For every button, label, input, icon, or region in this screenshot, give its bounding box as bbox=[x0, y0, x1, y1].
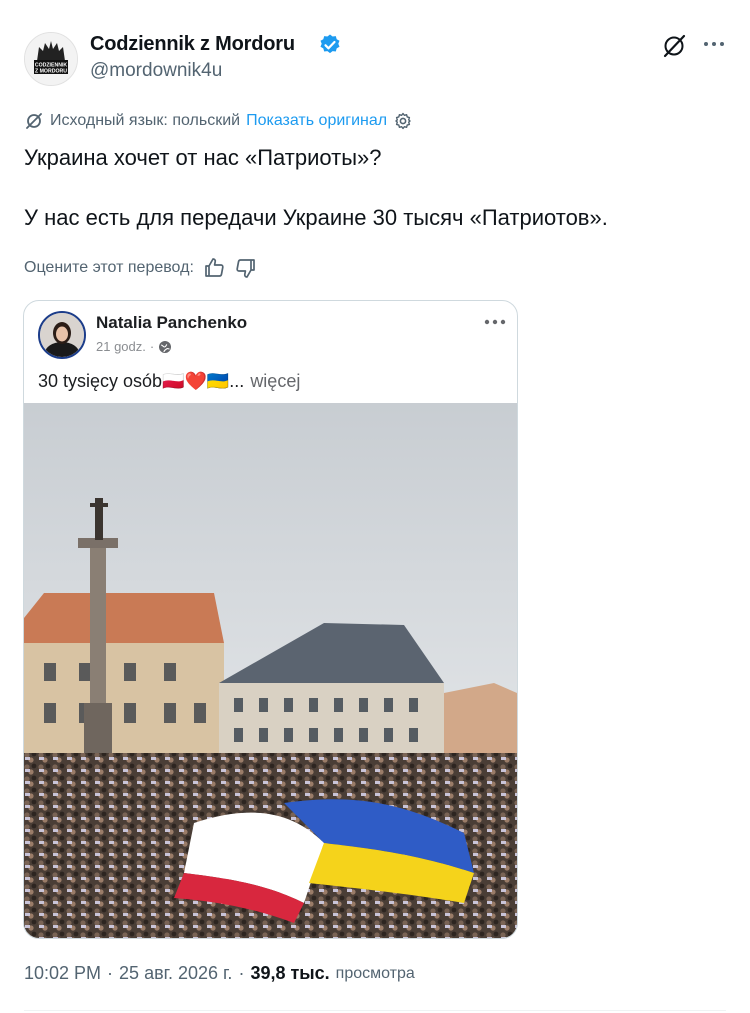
avatar[interactable]: CODZIENNIK Z MORDORU bbox=[24, 32, 78, 86]
meta-separator: · bbox=[238, 963, 245, 983]
tweet-time[interactable]: 10:02 PM bbox=[24, 963, 101, 984]
thumbs-up-icon[interactable] bbox=[202, 256, 226, 280]
globe-icon bbox=[159, 340, 172, 353]
grok-icon[interactable] bbox=[660, 32, 688, 60]
divider bbox=[24, 1010, 726, 1011]
embedded-post-body: 30 tysięcy osób🇵🇱❤️🇺🇦... bbox=[38, 371, 245, 391]
display-name[interactable]: Codziennik z Mordoru bbox=[90, 33, 295, 56]
views-label: просмотра bbox=[335, 964, 415, 982]
verified-badge-icon[interactable] bbox=[318, 33, 342, 57]
tweet-date[interactable]: 25 авг. 2026 г. bbox=[119, 963, 232, 984]
meta-separator: · bbox=[107, 963, 114, 983]
meta-separator: · bbox=[149, 339, 155, 354]
embedded-post-more-icon[interactable] bbox=[482, 317, 508, 327]
embedded-post-time: 21 godz. bbox=[96, 339, 146, 354]
tweet-text-line-2: У нас есть для передачи Украине 30 тысяч… bbox=[24, 205, 608, 230]
rate-translation-label: Оцените этот перевод: bbox=[24, 259, 194, 276]
rate-translation-bar: Оцените этот перевод: bbox=[24, 255, 258, 281]
embedded-post-avatar[interactable] bbox=[38, 311, 86, 359]
embedded-post-author[interactable]: Natalia Panchenko bbox=[96, 313, 247, 333]
source-language-label: Исходный язык: польский bbox=[50, 112, 241, 129]
tweet-text-line-1: Украина хочет от нас «Патриоты»? bbox=[24, 145, 382, 170]
translate-icon bbox=[26, 113, 42, 129]
embedded-post-meta: 21 godz. · bbox=[96, 339, 172, 354]
embedded-avatar-portrait bbox=[40, 313, 84, 357]
tweet-meta-footer: 10:02 PM · 25 авг. 2026 г. · 39,8 тыс. п… bbox=[24, 963, 415, 984]
more-options-icon[interactable] bbox=[700, 36, 728, 52]
avatar-logo: CODZIENNIK Z MORDORU bbox=[25, 33, 77, 85]
translation-bar: Исходный язык: польский Показать оригина… bbox=[24, 110, 413, 132]
embedded-post-card[interactable]: Natalia Panchenko 21 godz. · 30 tysięcy … bbox=[23, 300, 518, 939]
settings-gear-icon[interactable] bbox=[393, 111, 413, 131]
svg-text:Z MORDORU: Z MORDORU bbox=[35, 69, 67, 75]
handle[interactable]: @mordownik4u bbox=[90, 60, 222, 82]
crowd-square-photo[interactable] bbox=[24, 403, 517, 938]
embedded-post-text: 30 tysięcy osób🇵🇱❤️🇺🇦... więcej bbox=[38, 371, 300, 392]
thumbs-down-icon[interactable] bbox=[234, 256, 258, 280]
see-more-link[interactable]: więcej bbox=[250, 371, 300, 392]
show-original-link[interactable]: Показать оригинал bbox=[246, 112, 387, 130]
views-count: 39,8 тыс. bbox=[250, 963, 330, 983]
